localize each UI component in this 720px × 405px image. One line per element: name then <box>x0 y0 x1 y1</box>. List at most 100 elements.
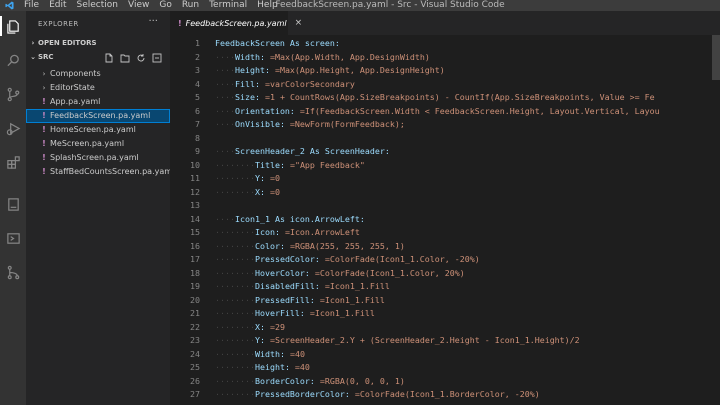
collapse-all-icon[interactable] <box>152 53 162 63</box>
line-number: 2 <box>195 51 200 62</box>
scrollbar-track[interactable] <box>712 35 720 405</box>
line-number: 13 <box>190 200 200 210</box>
code-text: ····Orientation: =If(FeedbackScreen.Widt… <box>215 105 660 116</box>
scrollbar-thumb[interactable] <box>712 35 720 80</box>
code-line: 23 ········Y: =ScreenHeader_2.Y + (Screen… <box>170 334 720 346</box>
chevron-right-icon: › <box>42 70 46 78</box>
search-icon[interactable] <box>0 47 26 73</box>
code-line: 9 ····ScreenHeader_2 As ScreenHeader: <box>170 145 720 157</box>
code-line: 3 ····Height: =Max(App.Height, App.Design… <box>170 64 720 76</box>
code-line: 13 <box>170 199 720 211</box>
open-editors-label: OPEN EDITORS <box>38 39 97 47</box>
tree-file[interactable]: ! HomeScreen.pa.yaml <box>26 123 170 137</box>
code-text: ····OnVisible: =NewForm(FormFeedback); <box>215 119 405 129</box>
code-text: ····Width: =Max(App.Width, App.DesignWid… <box>215 51 430 62</box>
tree-file[interactable]: ! FeedbackScreen.pa.yaml <box>26 109 170 123</box>
line-number: 18 <box>190 267 200 278</box>
code-line: 20 ········PressedFill: =Icon1_1.Fill <box>170 294 720 306</box>
line-number: 20 <box>190 294 200 305</box>
code-text: ········Title: ="App Feedback" <box>215 159 365 170</box>
source-control-icon[interactable] <box>0 81 26 107</box>
yaml-file-icon: ! <box>178 18 182 28</box>
yaml-file-icon: ! <box>42 139 46 148</box>
code-line: 6 ····Orientation: =If(FeedbackScreen.Wid… <box>170 105 720 117</box>
code-line: 1 FeedbackScreen As screen: <box>170 37 720 49</box>
chevron-right-icon: › <box>42 84 46 92</box>
code-line: 16 ········Color: =RGBA(255, 255, 255, 1) <box>170 240 720 252</box>
code-line: 2 ····Width: =Max(App.Width, App.DesignWi… <box>170 51 720 63</box>
code-text: ····Fill: =varColorSecondary <box>215 78 355 89</box>
line-number: 16 <box>190 240 200 251</box>
power-apps-icon[interactable] <box>0 191 26 217</box>
refresh-icon[interactable] <box>136 53 146 63</box>
tree-item-label: FeedbackScreen.pa.yaml <box>50 111 151 120</box>
code-line: 17 ········PressedColor: =ColorFade(Icon1… <box>170 253 720 265</box>
code-line: 18 ········HoverColor: =ColorFade(Icon1_1… <box>170 267 720 279</box>
yaml-file-icon: ! <box>42 153 46 162</box>
window-title: FeedbackScreen.pa.yaml - Src - Visual St… <box>275 0 505 10</box>
line-number: 17 <box>190 254 200 264</box>
line-number: 9 <box>195 146 200 156</box>
tree-file[interactable]: ! MeScreen.pa.yaml <box>26 137 170 151</box>
git-graph-icon[interactable] <box>0 259 26 285</box>
line-number: 10 <box>190 159 200 170</box>
more-actions-icon[interactable]: ··· <box>148 16 158 27</box>
code-text: FeedbackScreen As screen: <box>215 38 340 48</box>
line-number: 3 <box>195 65 200 75</box>
yaml-file-icon: ! <box>42 167 46 176</box>
tree-item-label: MeScreen.pa.yaml <box>50 139 125 148</box>
title-bar: File Edit Selection View Go Run Terminal Help F… <box>0 0 720 11</box>
tree-item-label: HomeScreen.pa.yaml <box>50 125 136 134</box>
code-text: ········X: =29 <box>215 321 285 332</box>
code-text: ········Width: =40 <box>215 348 305 359</box>
tree-item-label: Components <box>50 69 101 78</box>
line-number: 14 <box>190 213 200 224</box>
close-icon[interactable]: × <box>295 18 303 28</box>
code-text: ········PressedBorderColor: =ColorFade(I… <box>215 389 540 399</box>
code-line: 24 ········Width: =40 <box>170 348 720 360</box>
chevron-right-icon: › <box>31 39 35 47</box>
tree-file[interactable]: ! StaffBedCountsScreen.pa.yaml <box>26 165 174 179</box>
code-line: 15 ········Icon: =Icon.ArrowLeft <box>170 226 720 238</box>
tab-label: FeedbackScreen.pa.yaml <box>185 18 287 28</box>
tree-folder[interactable]: › Components <box>26 67 170 81</box>
code-line: 12 ········X: =0 <box>170 186 720 198</box>
line-number: 8 <box>195 132 200 143</box>
activity-bar <box>0 11 26 405</box>
line-number: 5 <box>195 92 200 102</box>
code-line: 27 ········PressedBorderColor: =ColorFade… <box>170 388 720 400</box>
explorer-sidebar: EXPLORER ··· › OPEN EDITORS ⌄ SRC › Compone… <box>26 11 174 405</box>
line-number: 21 <box>190 308 200 318</box>
code-text: ········HoverFill: =Icon1_1.Fill <box>215 308 375 318</box>
tree-folder[interactable]: › EditorState <box>26 81 170 95</box>
code-line: 19 ········DisabledFill: =Icon1_1.Fill <box>170 280 720 292</box>
code-text: ········HoverColor: =ColorFade(Icon1_1.C… <box>215 267 465 278</box>
code-text: ········Y: =ScreenHeader_2.Y + (ScreenHe… <box>215 335 580 345</box>
code-line: 11 ········Y: =0 <box>170 172 720 184</box>
tab-feedbackscreen[interactable]: ! FeedbackScreen.pa.yaml × <box>170 11 302 35</box>
code-editor[interactable]: 1 FeedbackScreen As screen: 2 ····Width: =M… <box>170 35 720 405</box>
editor-tabs: ! FeedbackScreen.pa.yaml × <box>170 11 720 35</box>
new-folder-icon[interactable] <box>120 53 130 63</box>
line-number: 1 <box>195 38 200 48</box>
explorer-icon[interactable] <box>0 13 26 39</box>
tree-file[interactable]: ! App.pa.yaml <box>26 95 170 109</box>
code-line: 8 <box>170 132 720 144</box>
extensions-icon[interactable] <box>0 149 26 175</box>
src-actions <box>104 51 162 64</box>
line-number: 24 <box>190 348 200 359</box>
code-text: ········Color: =RGBA(255, 255, 255, 1) <box>215 240 405 251</box>
code-text: ········Icon: =Icon.ArrowLeft <box>215 227 360 237</box>
tree-file[interactable]: ! SplashScreen.pa.yaml <box>26 151 170 165</box>
new-file-icon[interactable] <box>104 53 114 63</box>
open-editors-section[interactable]: › OPEN EDITORS <box>26 37 170 50</box>
line-number: 11 <box>190 173 200 183</box>
tree-item-label: App.pa.yaml <box>50 97 101 106</box>
code-text: ········PressedFill: =Icon1_1.Fill <box>215 294 385 305</box>
remote-icon[interactable] <box>0 225 26 251</box>
code-text: ········PressedColor: =ColorFade(Icon1_1… <box>215 254 480 264</box>
tree-item-label: StaffBedCountsScreen.pa.yaml <box>50 167 175 176</box>
run-debug-icon[interactable] <box>0 115 26 141</box>
chevron-down-icon: ⌄ <box>30 53 36 61</box>
line-number: 4 <box>195 78 200 89</box>
